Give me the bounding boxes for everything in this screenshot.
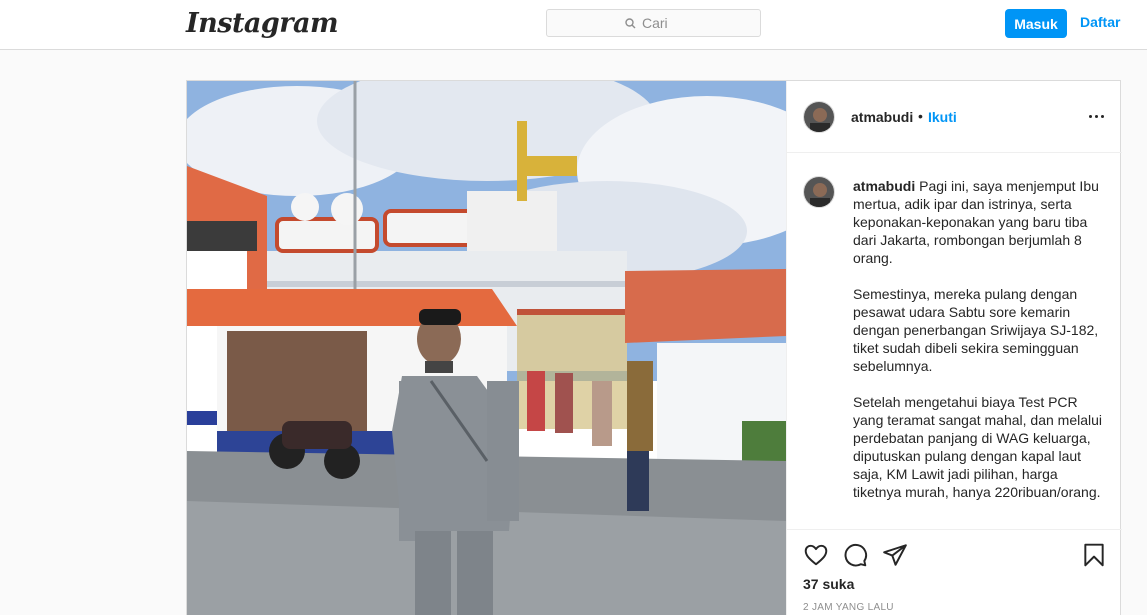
caption-paragraph: Semestinya, mereka pulang dengan pesawat… bbox=[853, 286, 1099, 374]
instagram-logo[interactable]: Instagram bbox=[186, 8, 339, 39]
post-header: atmabudi • Ikuti bbox=[787, 81, 1122, 153]
caption-username[interactable]: atmabudi bbox=[853, 178, 915, 194]
signup-link[interactable]: Daftar bbox=[1080, 14, 1120, 30]
top-navigation-bar: Instagram Masuk Daftar bbox=[0, 0, 1147, 50]
caption-paragraph: atmabudi Pagi ini, saya menjemput Ibu me… bbox=[853, 177, 1105, 267]
post-actions: 37 suka 2 JAM YANG LALU bbox=[787, 529, 1122, 615]
heart-icon[interactable] bbox=[803, 542, 829, 568]
post-timestamp[interactable]: 2 JAM YANG LALU bbox=[803, 602, 894, 613]
search-icon bbox=[625, 17, 636, 29]
post-card: atmabudi • Ikuti atmabudi Pagi ini, saya… bbox=[186, 80, 1122, 615]
post-photo[interactable] bbox=[187, 81, 786, 615]
caption-area: atmabudi Pagi ini, saya menjemput Ibu me… bbox=[787, 153, 1122, 529]
search-input[interactable] bbox=[642, 15, 682, 31]
comment-icon[interactable] bbox=[842, 542, 868, 568]
post-sidebar: atmabudi • Ikuti atmabudi Pagi ini, saya… bbox=[786, 81, 1122, 615]
post-caption: atmabudi Pagi ini, saya menjemput Ibu me… bbox=[853, 177, 1105, 519]
login-button[interactable]: Masuk bbox=[1005, 9, 1067, 38]
separator-dot: • bbox=[918, 108, 923, 124]
caption-avatar[interactable] bbox=[803, 176, 835, 208]
caption-paragraph: Setelah mengetahui biaya Test PCR yang t… bbox=[853, 394, 1103, 500]
more-options-icon[interactable] bbox=[1089, 111, 1105, 121]
share-icon[interactable] bbox=[882, 542, 908, 568]
author-avatar[interactable] bbox=[803, 101, 835, 133]
author-username[interactable]: atmabudi bbox=[851, 109, 913, 125]
bookmark-icon[interactable] bbox=[1081, 542, 1107, 568]
search-box[interactable] bbox=[546, 9, 761, 37]
like-count[interactable]: 37 suka bbox=[803, 576, 854, 592]
follow-button[interactable]: Ikuti bbox=[928, 109, 957, 125]
